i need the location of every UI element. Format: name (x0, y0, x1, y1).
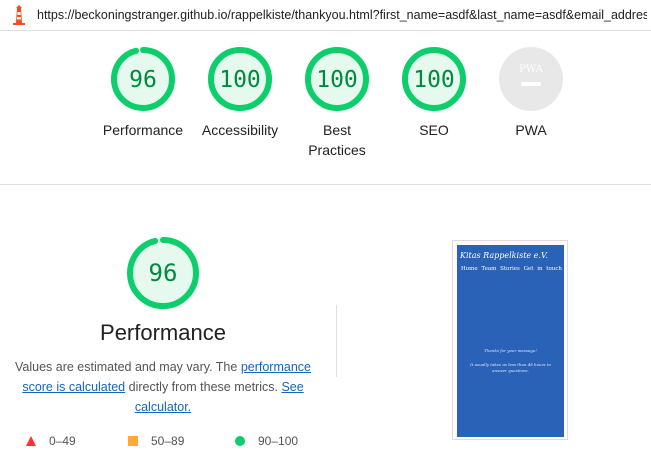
final-screenshot[interactable]: Kitas Rappelkiste e.V. Home Team Stories… (452, 240, 568, 440)
legend-range: 50–89 (151, 434, 185, 448)
performance-description: Values are estimated and may vary. The p… (13, 357, 313, 417)
performance-score-gauge: 96 (127, 237, 199, 309)
section-divider (0, 184, 651, 185)
gauge-score: 96 (129, 67, 157, 93)
gauge-best-practices[interactable]: 100 Best Practices (287, 46, 387, 160)
performance-title: Performance (100, 320, 226, 345)
score-gauge: 96 (111, 47, 175, 111)
thumbnail-brand: Kitas Rappelkiste e.V. (460, 251, 548, 260)
gauge-label: SEO (419, 122, 449, 138)
triangle-icon (26, 436, 36, 446)
thumbnail-nav-item: Get in touch (523, 266, 562, 272)
legend-average: 50–89 (127, 434, 184, 448)
circle-icon (235, 436, 245, 446)
legend-pass: 90–100 (234, 434, 298, 448)
score-gauge: 100 (305, 47, 369, 111)
gauge-pwa[interactable]: PWA PWA (481, 46, 581, 140)
score-legend: 0–49 50–89 90–100 (25, 434, 325, 452)
description-text: directly from these metrics. (125, 380, 282, 394)
legend-range: 90–100 (258, 434, 299, 448)
score-gauge: 100 (208, 47, 272, 111)
gauge-label-line: Best (322, 122, 351, 138)
thumbnail-nav: Home Team Stories Get in touch (461, 266, 562, 272)
thumbnail-message-detail: It usually takes us less than 48 hours t… (470, 362, 551, 373)
gauge-accessibility[interactable]: 100 Accessibility (190, 46, 290, 140)
pwa-badge-icon: PWA (499, 47, 563, 111)
url-text: https://beckoningstranger.github.io/rapp… (37, 8, 647, 22)
gauge-score: 100 (413, 67, 455, 93)
score-gauge: 100 (402, 47, 466, 111)
legend-fail: 0–49 (25, 434, 76, 448)
gauge-score: 100 (316, 67, 358, 93)
thumbnail-nav-item: Team (481, 266, 497, 272)
pwa-badge-text: PWA (519, 64, 544, 75)
description-text: Values are estimated and may vary. The (15, 360, 241, 374)
square-icon (128, 436, 138, 446)
thumbnail-nav-item: Stories (500, 266, 520, 272)
vertical-divider (336, 305, 337, 377)
performance-score: 96 (149, 259, 178, 287)
gauge-label: Accessibility (201, 122, 279, 138)
gauge-label: PWA (515, 122, 547, 138)
gauge-performance[interactable]: 96 Performance (93, 46, 193, 140)
legend-range: 0–49 (49, 434, 76, 448)
gauge-seo[interactable]: 100 SEO (384, 46, 484, 140)
thumbnail-message: Thanks for your message! (484, 348, 537, 353)
gauge-label-line: Practices (308, 142, 366, 158)
summary-gauges: 96 Performance 100 Accessibility 100 Bes… (0, 46, 651, 176)
lighthouse-icon (13, 5, 25, 25)
screenshot-thumbnail: Kitas Rappelkiste e.V. Home Team Stories… (457, 245, 564, 437)
gauge-label: Best Practices (287, 120, 387, 160)
thumbnail-nav-item: Home (461, 266, 478, 272)
gauge-score: 100 (219, 67, 261, 93)
gauge-label: Performance (102, 122, 184, 138)
address-bar[interactable]: https://beckoningstranger.github.io/rapp… (0, 0, 651, 31)
